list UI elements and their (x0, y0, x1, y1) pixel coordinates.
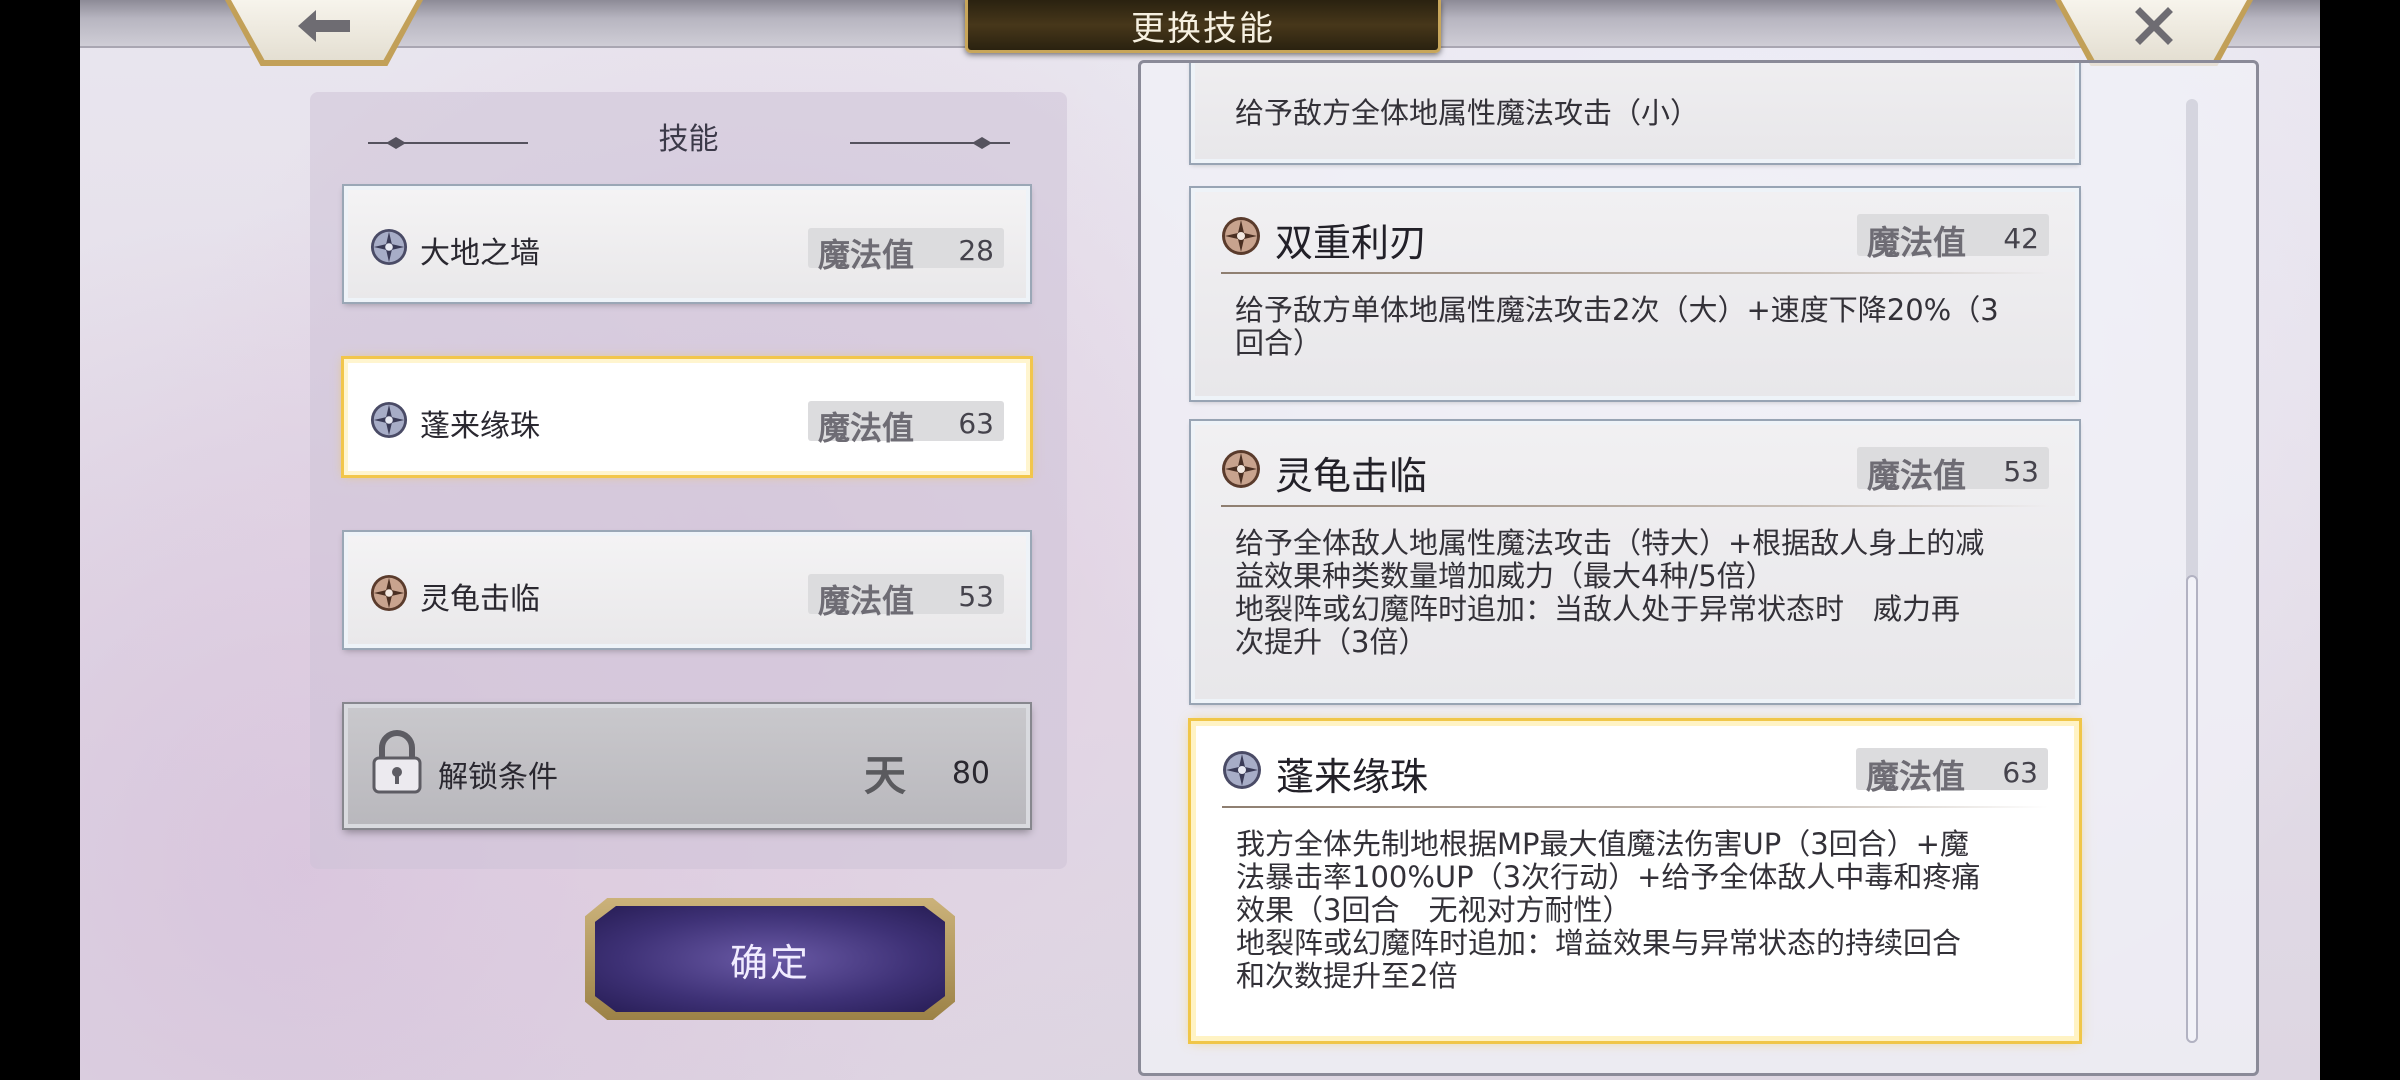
locked-skill-slot[interactable]: 解锁条件 天 80 (344, 704, 1030, 828)
mp-value: 42 (2003, 222, 2039, 255)
skill-detail-card: 双重利刃 魔法值 42 给予敌方单体地属性魔法攻击2次（大）+速度下降20%（3… (1191, 188, 2079, 400)
back-arrow-icon (298, 10, 350, 42)
mp-label: 魔法值 (1867, 223, 1966, 262)
back-button[interactable] (225, 0, 423, 66)
mp-badge: 魔法值 28 (808, 228, 1004, 274)
skill-detail-card: 灵龟击临 魔法值 53 给予全体敌人地属性魔法攻击（特大）+根据敌人身上的减 益… (1191, 421, 2079, 703)
mp-badge: 魔法值 63 (1856, 748, 2048, 796)
mp-value: 63 (958, 407, 994, 440)
skill-detail-name: 双重利刃 (1275, 221, 1428, 265)
mp-value: 53 (2003, 455, 2039, 488)
mp-label: 魔法值 (818, 236, 915, 274)
skill-slot-2[interactable]: 蓬来缘珠 魔法值 63 (344, 359, 1030, 475)
compass-star-bronze-icon (1222, 450, 1260, 488)
skill-description: 给予敌方单体地属性魔法攻击2次（大）+速度下降20%（3 回合） (1235, 293, 1999, 360)
skill-slot-3[interactable]: 灵龟击临 魔法值 53 (344, 532, 1030, 648)
ornament-right-icon (850, 137, 1010, 149)
skill-name: 蓬来缘珠 (420, 409, 540, 444)
skill-name: 灵龟击临 (420, 582, 540, 617)
mp-value: 63 (2002, 756, 2038, 789)
mp-label: 魔法值 (1866, 757, 1965, 796)
compass-star-bronze-icon (1222, 217, 1260, 255)
heaven-glyph-icon: 天 (863, 751, 906, 800)
skill-description: 给予全体敌人地属性魔法攻击（特大）+根据敌人身上的减 益效果种类数量增加威力（最… (1235, 526, 1985, 659)
mp-badge: 魔法值 42 (1857, 214, 2049, 262)
unlock-condition-label: 解锁条件 (438, 760, 558, 795)
mp-badge: 魔法值 63 (808, 401, 1004, 447)
confirm-button[interactable]: 确定 (585, 898, 955, 1020)
compass-star-icon (370, 228, 408, 266)
close-icon (2135, 7, 2173, 45)
mp-badge: 魔法值 53 (1857, 447, 2049, 495)
title-plate: 更换技能 (965, 0, 1441, 53)
confirm-label: 确定 (729, 940, 810, 985)
close-button[interactable] (2055, 0, 2253, 66)
mp-value: 28 (958, 234, 994, 267)
skill-detail-card-partial: 给予敌方全体地属性魔法攻击（小） (1191, 63, 2079, 163)
skill-description: 我方全体先制地根据MP最大值魔法伤害UP（3回合）+魔 法暴击率100%UP（3… (1236, 827, 1981, 993)
skill-list-panel: 技能 大地之墙 魔法值 28 蓬来缘珠 魔法值 63 灵龟击临 魔法值 53 解… (310, 92, 1067, 869)
compass-star-icon (1223, 751, 1261, 789)
scrollbar-thumb[interactable] (2186, 575, 2198, 1043)
compass-star-icon (370, 401, 408, 439)
skill-description: 给予敌方全体地属性魔法攻击（小） (1235, 96, 1700, 130)
skill-detail-panel[interactable]: 给予敌方全体地属性魔法攻击（小） 双重利刃 魔法值 42 给予敌方单体地属性魔法… (1138, 60, 2259, 1076)
padlock-icon (372, 730, 422, 794)
mp-value: 53 (958, 580, 994, 613)
skill-slot-1[interactable]: 大地之墙 魔法值 28 (344, 186, 1030, 302)
mp-label: 魔法值 (818, 582, 915, 620)
mp-label: 魔法值 (1867, 456, 1966, 495)
unlock-level-value: 80 (951, 756, 990, 791)
skill-name: 大地之墙 (420, 236, 540, 271)
skill-detail-name: 蓬来缘珠 (1276, 755, 1429, 799)
game-screen: 更换技能 技能 大地之墙 魔法值 28 蓬来缘珠 魔法值 63 灵龟击临 魔法值… (80, 0, 2320, 1080)
skill-detail-name: 灵龟击临 (1275, 454, 1428, 498)
mp-badge: 魔法值 53 (808, 574, 1004, 620)
compass-star-bronze-icon (370, 574, 408, 612)
skill-detail-card-selected: 蓬来缘珠 魔法值 63 我方全体先制地根据MP最大值魔法伤害UP（3回合）+魔 … (1191, 721, 2079, 1041)
page-title: 更换技能 (1131, 8, 1275, 49)
mp-label: 魔法值 (818, 409, 915, 447)
